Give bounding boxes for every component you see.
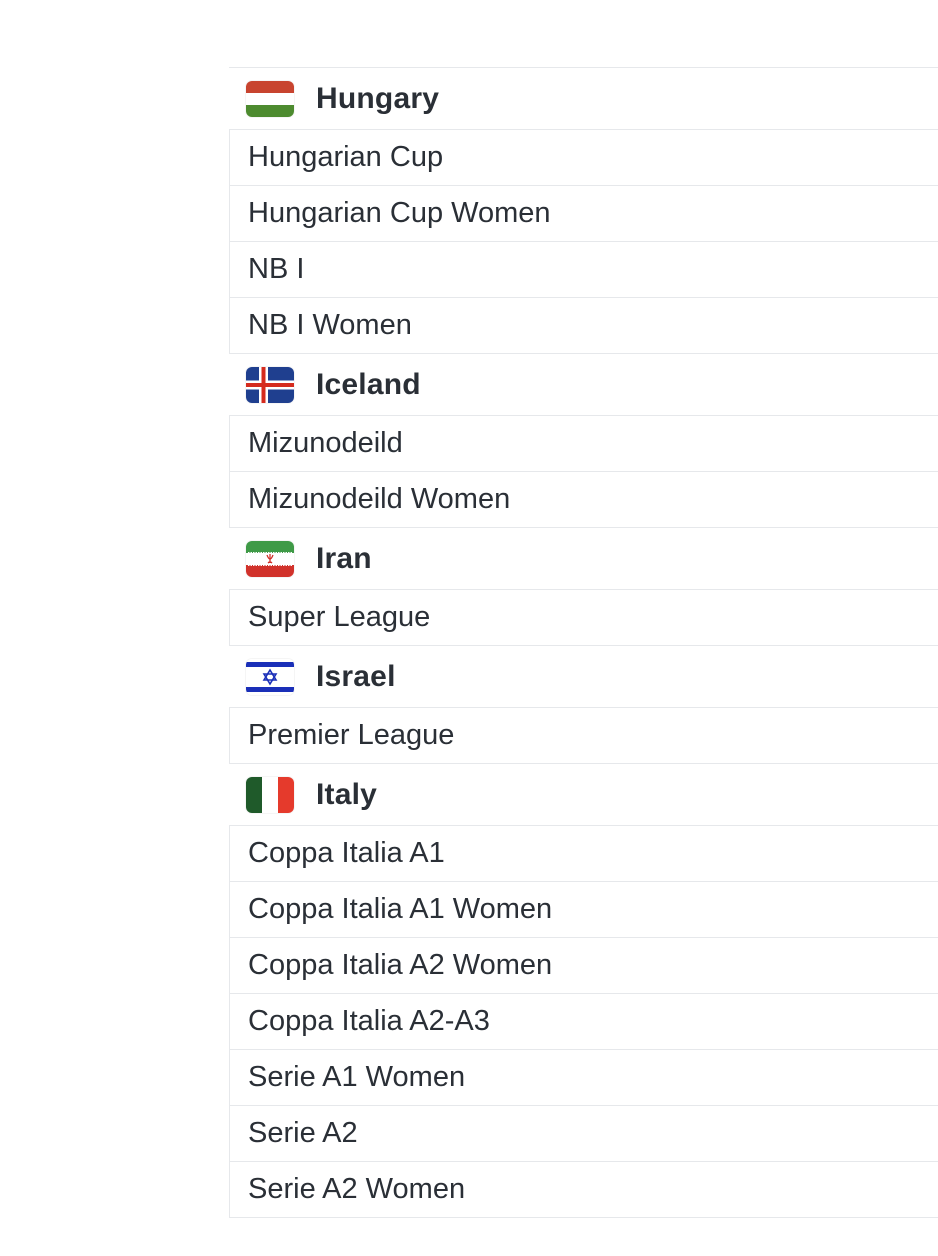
league-item[interactable]: NB I Women (229, 298, 938, 354)
country-header-italy[interactable]: Italy (229, 764, 938, 826)
league-item[interactable]: Serie A2 Women (229, 1162, 938, 1218)
country-header-israel[interactable]: Israel (229, 646, 938, 708)
iceland-flag-icon (246, 366, 294, 403)
league-item[interactable]: NB I (229, 242, 938, 298)
league-item[interactable]: Coppa Italia A1 Women (229, 882, 938, 938)
league-item[interactable]: Serie A2 (229, 1106, 938, 1162)
country-name: Israel (316, 659, 396, 693)
league-item[interactable]: Premier League (229, 708, 938, 764)
country-header-hungary[interactable]: Hungary (229, 68, 938, 130)
italy-flag-icon (246, 776, 294, 813)
country-header-iceland[interactable]: Iceland (229, 354, 938, 416)
league-item[interactable]: Mizunodeild (229, 416, 938, 472)
league-item[interactable]: Coppa Italia A2 Women (229, 938, 938, 994)
israel-flag-icon (246, 658, 294, 695)
league-item[interactable]: Serie A1 Women (229, 1050, 938, 1106)
country-name: Italy (316, 777, 378, 811)
league-item[interactable]: Hungarian Cup Women (229, 186, 938, 242)
country-name: Hungary (316, 81, 440, 115)
league-list: Hungary Hungarian Cup Hungarian Cup Wome… (229, 67, 938, 1218)
iran-flag-icon (246, 540, 294, 577)
league-item[interactable]: Coppa Italia A1 (229, 826, 938, 882)
league-item[interactable]: Hungarian Cup (229, 130, 938, 186)
league-item[interactable]: Super League (229, 590, 938, 646)
league-item[interactable]: Mizunodeild Women (229, 472, 938, 528)
country-name: Iran (316, 541, 372, 575)
country-name: Iceland (316, 367, 421, 401)
league-item[interactable]: Coppa Italia A2-A3 (229, 994, 938, 1050)
hungary-flag-icon (246, 80, 294, 117)
country-header-iran[interactable]: Iran (229, 528, 938, 590)
